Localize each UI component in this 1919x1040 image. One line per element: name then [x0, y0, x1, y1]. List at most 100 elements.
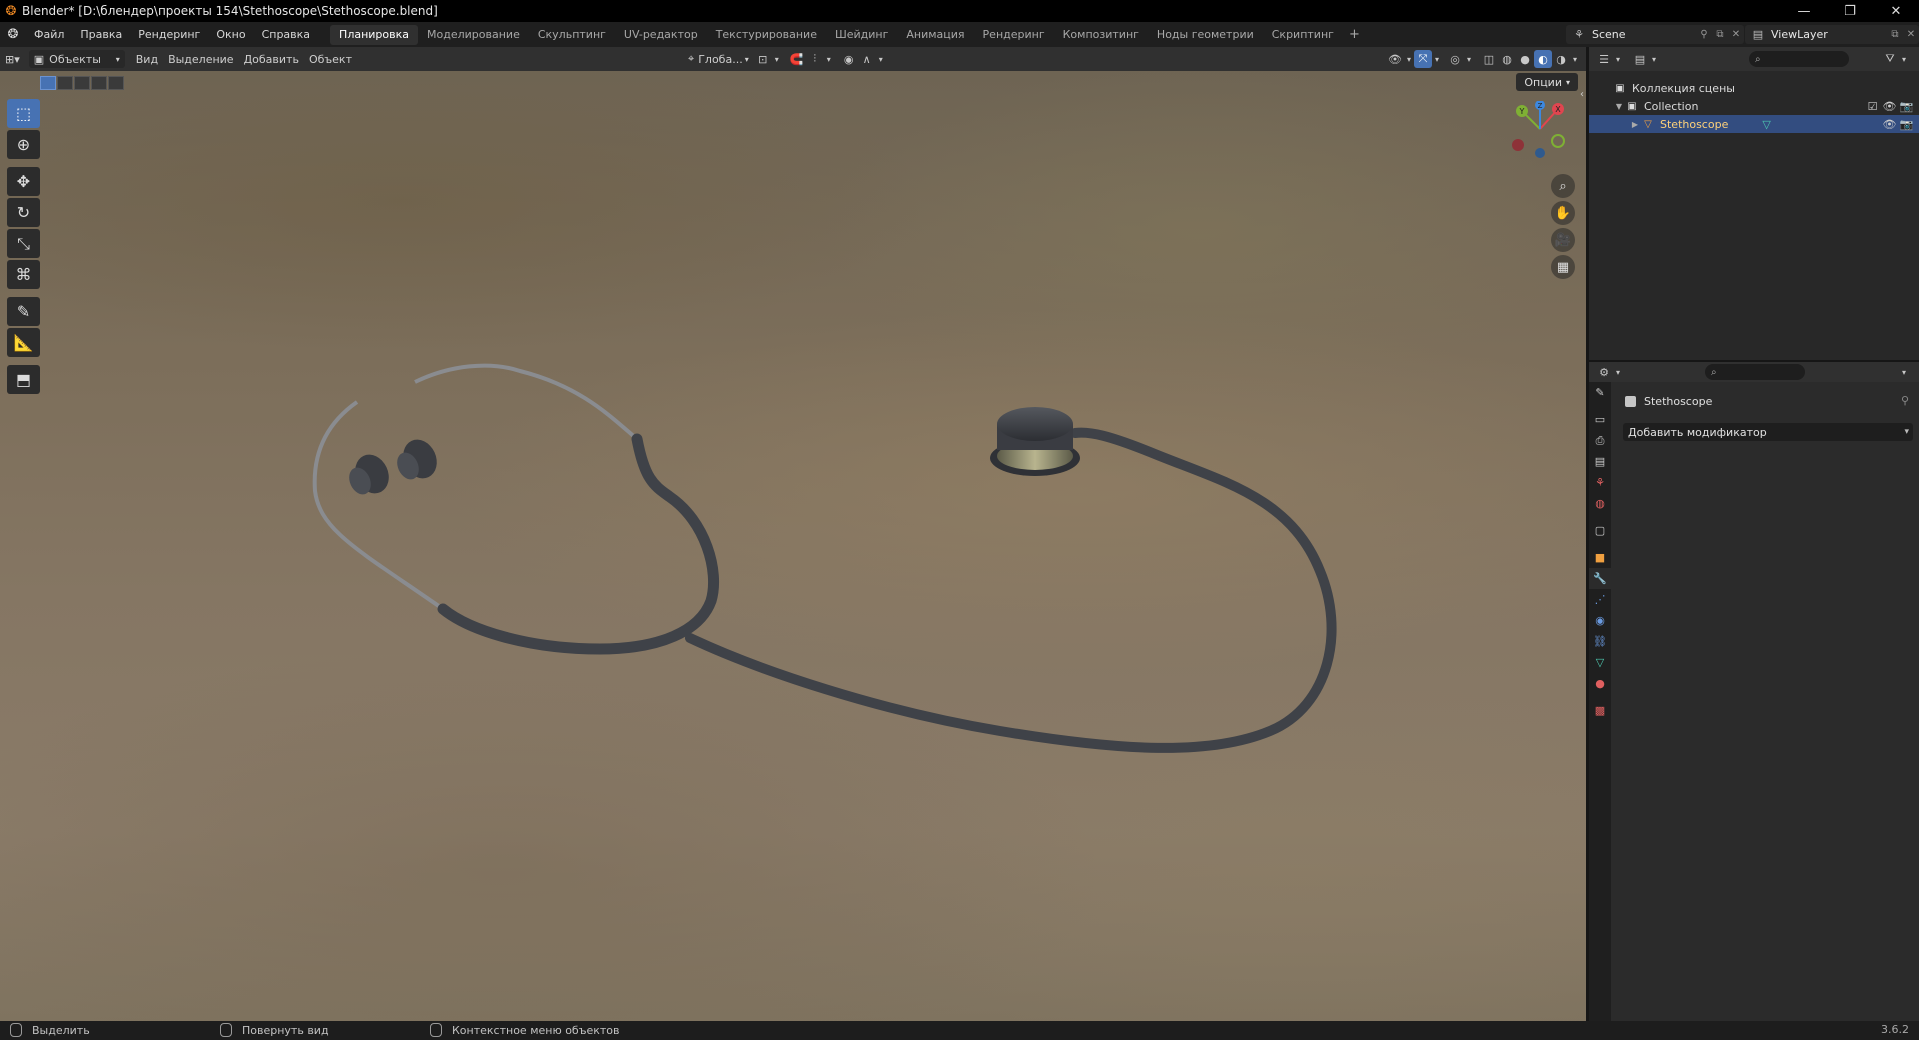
constraints-tab-icon[interactable]: ⛓: [1589, 631, 1611, 652]
axis-neg-x-handle[interactable]: [1512, 139, 1524, 151]
chevron-down-icon[interactable]: ▾: [1404, 50, 1414, 68]
expand-arrow-icon[interactable]: ▶: [1629, 120, 1641, 129]
chevron-down-icon[interactable]: ▾: [824, 50, 834, 68]
exclude-checkbox[interactable]: ☑: [1864, 100, 1881, 113]
material-tab-icon[interactable]: ●: [1589, 673, 1611, 694]
tab-rendering[interactable]: Рендеринг: [974, 25, 1054, 45]
pin-icon[interactable]: ⚲: [1901, 394, 1909, 407]
render-tab-icon[interactable]: ▭: [1589, 409, 1611, 430]
maximize-button[interactable]: ❐: [1827, 0, 1873, 22]
proportional-edit-icon[interactable]: ◉: [840, 50, 858, 68]
blender-menu-icon[interactable]: ❂: [0, 27, 26, 42]
chevron-down-icon[interactable]: ▾: [1899, 50, 1909, 68]
select-new-icon[interactable]: [40, 76, 56, 90]
select-box-tool-icon[interactable]: ⬚: [7, 99, 40, 128]
pivot-point-icon[interactable]: ⊡: [754, 50, 772, 68]
menu-help[interactable]: Справка: [254, 28, 318, 41]
properties-search-input[interactable]: ⌕: [1705, 364, 1805, 380]
chevron-down-icon[interactable]: ▾: [772, 50, 782, 68]
snap-icon[interactable]: 🧲: [788, 50, 806, 68]
tab-compositing[interactable]: Композитинг: [1054, 25, 1148, 45]
new-scene-icon[interactable]: ⧉: [1712, 29, 1728, 40]
outliner-row-scene-collection[interactable]: ▣ Коллекция сцены: [1589, 79, 1919, 97]
solid-shading-icon[interactable]: ●: [1516, 50, 1534, 68]
tab-uv-editing[interactable]: UV-редактор: [615, 25, 707, 45]
3d-viewport[interactable]: Опции ▾ ⬚ ⊕ ✥ ↻ ⤡ ⌘ ✎ 📐 ⬒ X Y Z ‹ ⌕ ✋ 🎥 …: [0, 71, 1586, 1021]
navigation-gizmo[interactable]: X Y Z: [1500, 101, 1580, 161]
minimize-button[interactable]: —: [1781, 0, 1827, 22]
menu-file[interactable]: Файл: [26, 28, 72, 41]
tool-tab-icon[interactable]: ✎: [1589, 382, 1611, 403]
chevron-down-icon[interactable]: ▾: [1895, 363, 1913, 381]
gizmo-toggle-icon[interactable]: ⤧: [1414, 50, 1432, 68]
tab-animation[interactable]: Анимация: [897, 25, 973, 45]
transform-tool-icon[interactable]: ⌘: [7, 260, 40, 289]
tab-shading[interactable]: Шейдинг: [826, 25, 897, 45]
menu-add[interactable]: Добавить: [239, 50, 304, 68]
menu-view[interactable]: Вид: [131, 50, 163, 68]
wireframe-shading-icon[interactable]: ◍: [1498, 50, 1516, 68]
chevron-down-icon[interactable]: ▾: [1613, 50, 1623, 68]
menu-render[interactable]: Рендеринг: [130, 28, 208, 41]
output-tab-icon[interactable]: ⎙: [1589, 430, 1611, 451]
mesh-data-icon[interactable]: ▽: [1762, 118, 1770, 131]
xray-icon[interactable]: ◫: [1480, 50, 1498, 68]
pin-icon[interactable]: ⚲: [1696, 29, 1712, 40]
options-dropdown[interactable]: Опции ▾: [1516, 73, 1578, 91]
tab-scripting[interactable]: Скриптинг: [1263, 25, 1343, 45]
eye-icon[interactable]: 👁: [1881, 100, 1898, 113]
snap-target-icon[interactable]: ⫶: [806, 50, 824, 68]
scene-name[interactable]: Scene: [1592, 28, 1696, 41]
texture-tab-icon[interactable]: ▩: [1589, 700, 1611, 721]
select-subtract-icon[interactable]: [74, 76, 90, 90]
close-button[interactable]: ✕: [1873, 0, 1919, 22]
chevron-down-icon[interactable]: ▾: [1649, 50, 1659, 68]
data-tab-icon[interactable]: ▽: [1589, 652, 1611, 673]
tab-layout[interactable]: Планировка: [330, 24, 419, 45]
axis-neg-y-handle[interactable]: [1551, 134, 1565, 148]
chevron-down-icon[interactable]: ▾: [1570, 50, 1580, 68]
expand-arrow-icon[interactable]: ▼: [1613, 102, 1625, 111]
chevron-down-icon[interactable]: ▾: [1464, 50, 1474, 68]
measure-tool-icon[interactable]: 📐: [7, 328, 40, 357]
menu-edit[interactable]: Правка: [72, 28, 130, 41]
material-preview-icon[interactable]: ◐: [1534, 50, 1552, 68]
mode-selector[interactable]: ▣ Объекты ▾: [28, 50, 125, 68]
chevron-down-icon[interactable]: ▾: [876, 50, 886, 68]
modifier-tab-icon[interactable]: 🔧: [1589, 568, 1611, 589]
falloff-icon[interactable]: ∧: [858, 50, 876, 68]
rotate-tool-icon[interactable]: ↻: [7, 198, 40, 227]
outliner-search-input[interactable]: ⌕: [1749, 51, 1849, 67]
menu-object[interactable]: Объект: [304, 50, 357, 68]
sidebar-toggle-icon[interactable]: ‹: [1580, 89, 1584, 100]
rendered-shading-icon[interactable]: ◑: [1552, 50, 1570, 68]
select-invert-icon[interactable]: [91, 76, 107, 90]
zoom-icon[interactable]: ⌕: [1551, 174, 1575, 198]
properties-editor-type-icon[interactable]: ⚙: [1595, 363, 1613, 381]
tab-texture-paint[interactable]: Текстурирование: [707, 25, 826, 45]
scale-tool-icon[interactable]: ⤡: [7, 229, 40, 258]
overlays-icon[interactable]: ◎: [1446, 50, 1464, 68]
view-layer-tab-icon[interactable]: ▤: [1589, 451, 1611, 472]
physics-tab-icon[interactable]: ◉: [1589, 610, 1611, 631]
new-viewlayer-icon[interactable]: ⧉: [1887, 29, 1903, 40]
scene-selector[interactable]: ⚘ Scene ⚲ ⧉ ✕: [1566, 25, 1744, 44]
outliner-row-collection[interactable]: ▼ ▣ Collection ☑ 👁 📷: [1589, 97, 1919, 115]
visibility-icon[interactable]: 👁: [1386, 50, 1404, 68]
add-cube-tool-icon[interactable]: ⬒: [7, 365, 40, 394]
cursor-tool-icon[interactable]: ⊕: [7, 130, 40, 159]
menu-window[interactable]: Окно: [208, 28, 253, 41]
display-mode-icon[interactable]: ▤: [1631, 50, 1649, 68]
menu-select[interactable]: Выделение: [163, 50, 239, 68]
add-modifier-button[interactable]: Добавить модификатор ▾: [1623, 423, 1913, 441]
camera-icon[interactable]: 📷: [1898, 100, 1915, 113]
eye-icon[interactable]: 👁: [1881, 118, 1898, 131]
select-extend-icon[interactable]: [57, 76, 73, 90]
transform-orientation-dropdown[interactable]: ⌖ Глоба... ▾: [683, 50, 754, 68]
stethoscope-model[interactable]: [0, 71, 1586, 1021]
editor-type-icon[interactable]: ⊞▾: [0, 50, 25, 68]
perspective-toggle-icon[interactable]: ▦: [1551, 255, 1575, 279]
delete-scene-icon[interactable]: ✕: [1728, 29, 1744, 40]
outliner-editor-type-icon[interactable]: ☰: [1595, 50, 1613, 68]
world-tab-icon[interactable]: ◍: [1589, 493, 1611, 514]
